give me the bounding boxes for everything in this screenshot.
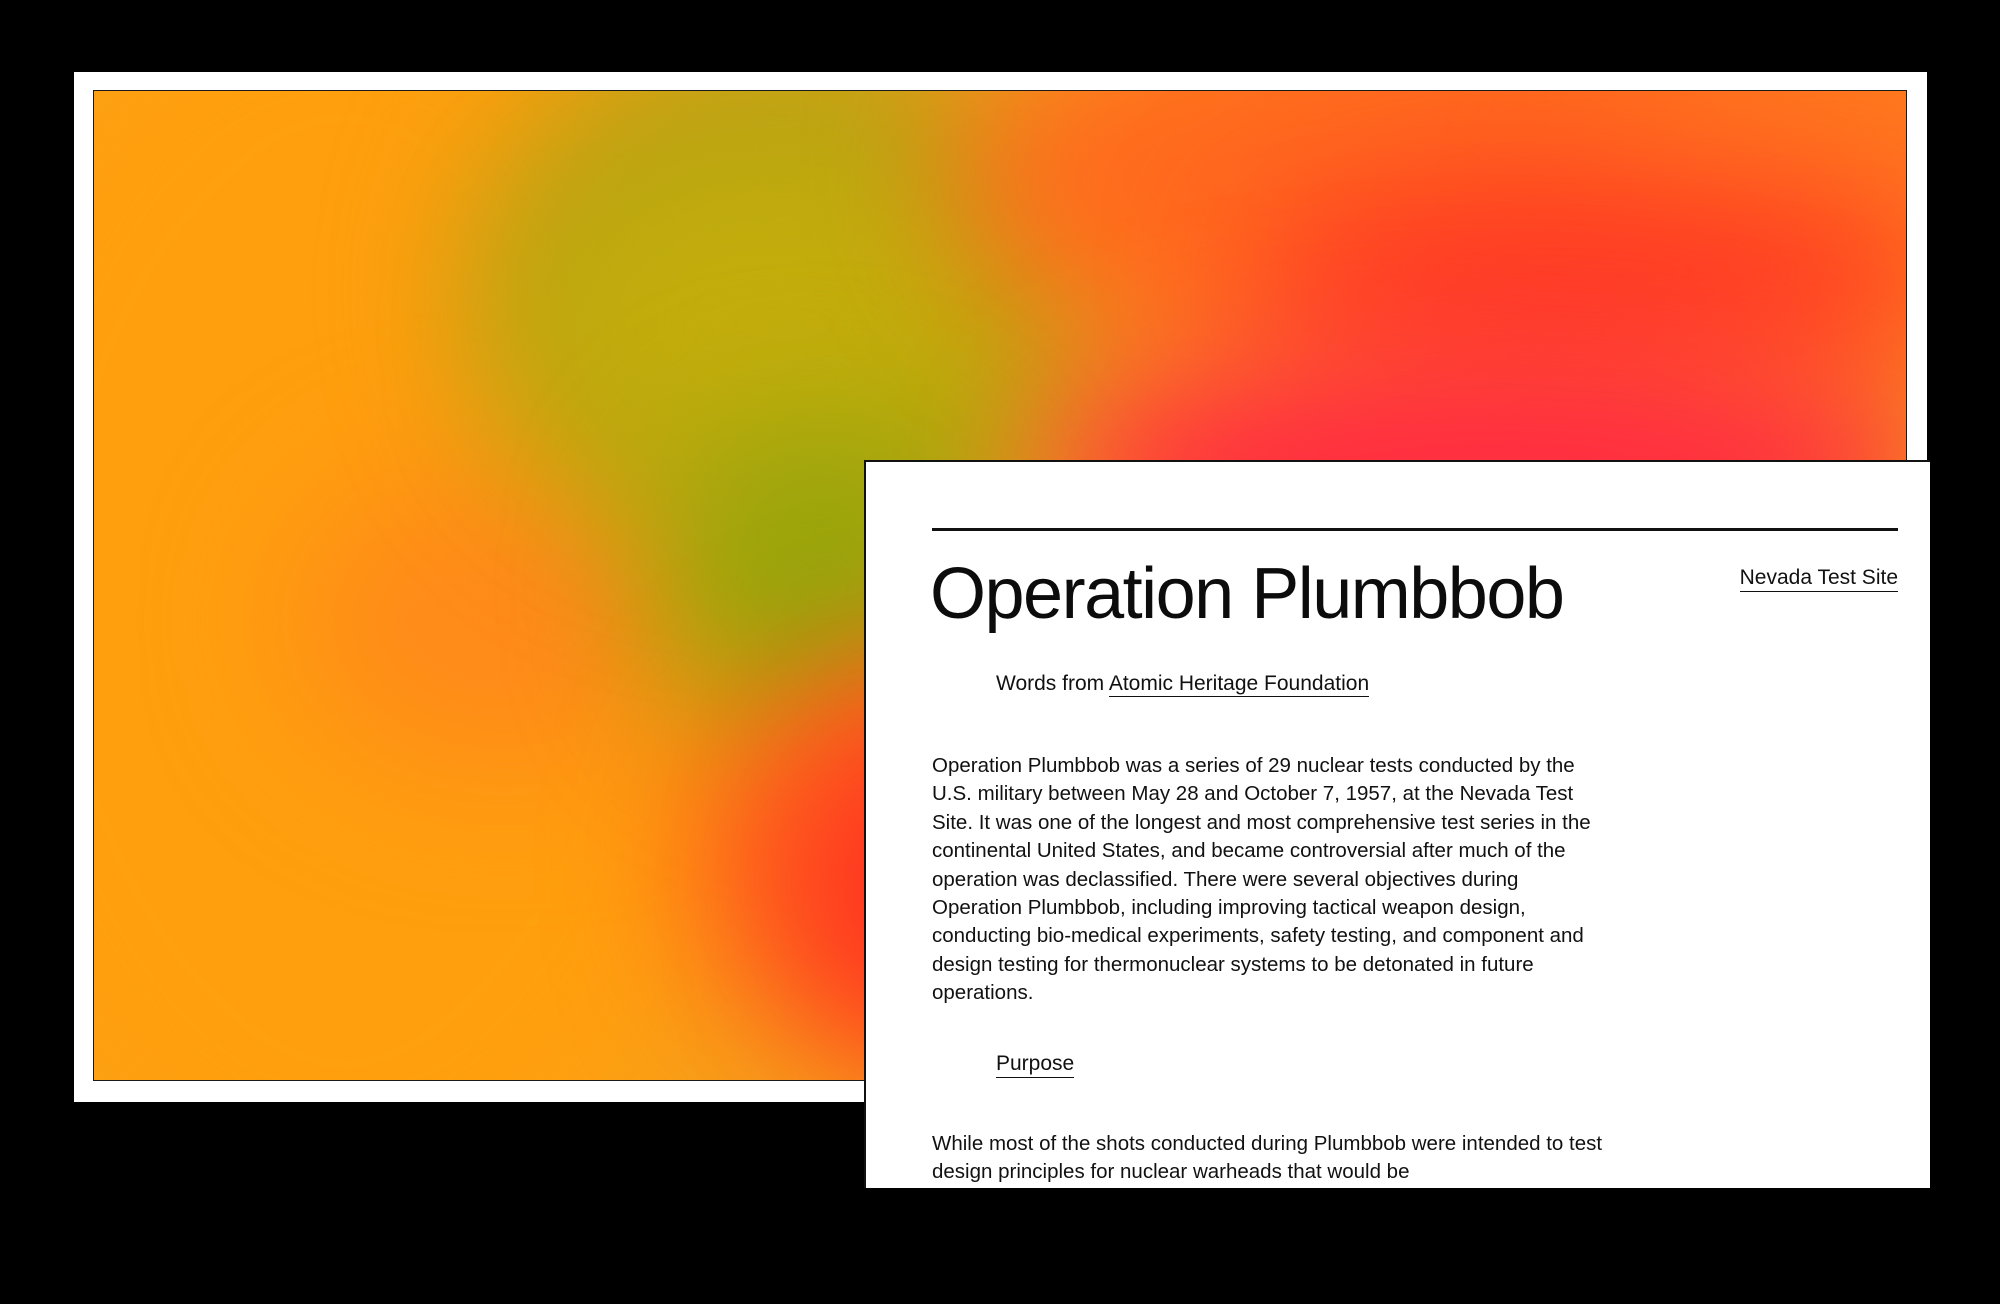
header-rule xyxy=(932,528,1898,531)
article-paragraph-intro: Operation Plumbbob was a series of 29 nu… xyxy=(932,754,1591,1005)
gradient-blob xyxy=(1244,171,1906,371)
stage: Operation Plumbbob Nevada Test Site Word… xyxy=(0,0,2000,1304)
article-window: Operation Plumbbob Nevada Test Site Word… xyxy=(864,460,1930,1188)
purpose-link[interactable]: Purpose xyxy=(996,1052,1075,1078)
source-link[interactable]: Atomic Heritage Foundation xyxy=(1108,672,1370,697)
nevada-test-site-link[interactable]: Nevada Test Site xyxy=(1739,566,1898,592)
page-title: Operation Plumbbob xyxy=(930,554,1565,634)
article-paragraph-purpose: While most of the shots conducted during… xyxy=(932,1132,1603,1184)
source-prefix: Words from xyxy=(996,672,1109,695)
source-line: Words from Atomic Heritage Foundation xyxy=(996,672,1370,697)
